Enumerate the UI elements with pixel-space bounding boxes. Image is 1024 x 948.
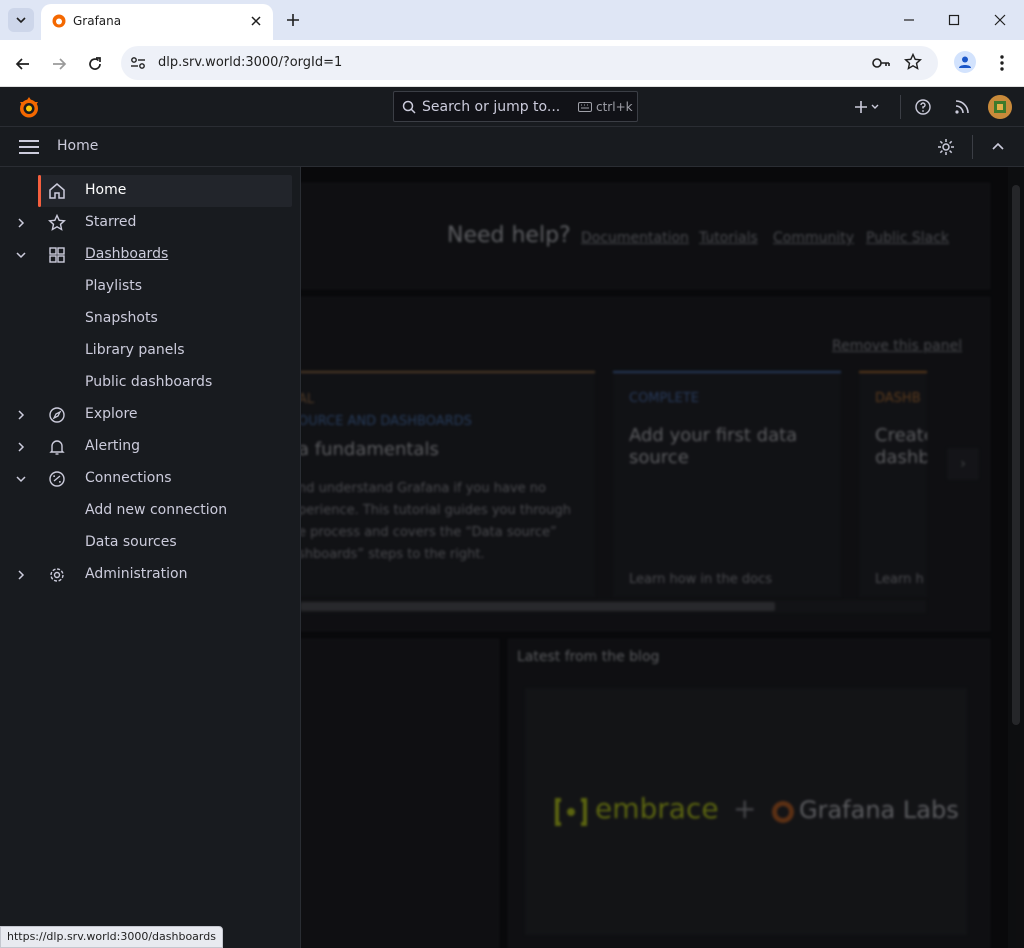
user-avatar[interactable] xyxy=(988,95,1012,119)
nav-item-explore[interactable]: Explore xyxy=(0,399,301,431)
nav-label-explore: Explore xyxy=(85,406,138,422)
help-button[interactable] xyxy=(913,97,933,117)
grafana-favicon-icon xyxy=(52,14,66,28)
grafana-logo-icon[interactable] xyxy=(18,96,40,120)
link-icon xyxy=(49,471,65,487)
plus-icon xyxy=(287,14,299,26)
cog-icon xyxy=(50,568,64,582)
browser-tab-strip: Grafana xyxy=(0,0,1024,40)
nav-label-alerting: Alerting xyxy=(85,438,140,454)
nav-menu: Home Starred Dashboards Playlists Snapsh… xyxy=(0,167,301,948)
back-button[interactable] xyxy=(11,52,35,76)
new-button[interactable] xyxy=(852,97,884,117)
breadcrumb[interactable]: Home xyxy=(57,138,98,154)
password-key-icon[interactable] xyxy=(871,54,891,72)
question-circle-icon xyxy=(915,99,931,115)
gear-icon xyxy=(938,139,954,155)
grafana-top-bar: Search or jump to... ctrl+k xyxy=(0,87,1024,127)
new-tab-button[interactable] xyxy=(282,9,304,31)
bell-icon xyxy=(49,440,65,455)
home-icon xyxy=(49,183,65,199)
search-icon xyxy=(402,100,416,114)
chevron-down-icon[interactable] xyxy=(14,471,28,487)
rss-icon xyxy=(955,100,969,114)
browser-toolbar: dlp.srv.world:3000/?orgId=1 xyxy=(0,40,1024,87)
nav-item-library-panels[interactable]: Library panels xyxy=(0,335,301,367)
tab-close-icon[interactable] xyxy=(247,12,265,30)
site-info-icon[interactable] xyxy=(129,54,147,72)
tab-title: Grafana xyxy=(73,14,122,28)
star-icon xyxy=(48,214,66,231)
nav-label-snapshots: Snapshots xyxy=(85,310,158,326)
person-icon xyxy=(959,56,971,68)
nav-item-starred[interactable]: Starred xyxy=(0,207,301,239)
grafana-search-box[interactable]: Search or jump to... ctrl+k xyxy=(393,91,638,122)
dashboard-settings-button[interactable] xyxy=(936,137,956,157)
chevron-right-icon[interactable] xyxy=(14,407,28,423)
nav-item-dashboards[interactable]: Dashboards xyxy=(0,239,301,271)
nav-item-data-sources[interactable]: Data sources xyxy=(0,527,301,559)
toolbar-divider xyxy=(900,95,901,119)
nav-item-snapshots[interactable]: Snapshots xyxy=(0,303,301,335)
arrow-right-icon xyxy=(53,58,67,70)
reload-button[interactable] xyxy=(83,52,107,76)
url-text[interactable]: dlp.srv.world:3000/?orgId=1 xyxy=(158,55,342,70)
chevron-right-icon[interactable] xyxy=(14,439,28,455)
nav-item-add-new-connection[interactable]: Add new connection xyxy=(0,495,301,527)
search-shortcut: ctrl+k xyxy=(596,100,633,114)
search-placeholder: Search or jump to... xyxy=(422,99,561,115)
minimize-button[interactable] xyxy=(895,8,923,32)
nav-label-playlists: Playlists xyxy=(85,278,143,294)
nav-label-data-sources: Data sources xyxy=(85,534,177,550)
keyboard-icon xyxy=(578,102,592,112)
nav-item-administration[interactable]: Administration xyxy=(0,559,301,591)
nav-label-add-new-connection: Add new connection xyxy=(85,502,228,518)
window-close-button[interactable] xyxy=(986,8,1014,32)
chevron-right-icon[interactable] xyxy=(14,215,28,231)
nav-label-connections: Connections xyxy=(85,470,172,486)
nav-item-alerting[interactable]: Alerting xyxy=(0,431,301,463)
chevron-down-icon[interactable] xyxy=(14,247,28,263)
forward-button[interactable] xyxy=(47,52,71,76)
nav-item-public-dashboards[interactable]: Public dashboards xyxy=(0,367,301,399)
maximize-button[interactable] xyxy=(940,8,968,32)
nav-label-home: Home xyxy=(85,182,127,198)
nav-label-dashboards: Dashboards xyxy=(85,246,169,262)
reload-icon xyxy=(89,57,101,70)
nav-label-starred: Starred xyxy=(85,214,137,230)
tab-search-button[interactable] xyxy=(8,8,34,32)
browser-menu-button[interactable] xyxy=(992,52,1012,74)
plus-dropdown-icon xyxy=(855,101,879,113)
address-bar[interactable]: dlp.srv.world:3000/?orgId=1 xyxy=(121,46,938,80)
chevron-down-icon xyxy=(16,17,26,24)
apps-icon xyxy=(49,247,65,263)
nav-label-public-dashboards: Public dashboards xyxy=(85,374,213,390)
nav-label-library-panels: Library panels xyxy=(85,342,185,358)
bookmark-star-icon[interactable] xyxy=(904,53,922,71)
menu-icon[interactable] xyxy=(18,139,40,155)
grafana-breadcrumb-bar: Home xyxy=(0,127,1024,167)
chevron-up-icon xyxy=(992,142,1004,150)
nav-item-connections[interactable]: Connections xyxy=(0,463,301,495)
collapse-header-button[interactable] xyxy=(988,137,1008,157)
status-bar-url: https://dlp.srv.world:3000/dashboards xyxy=(0,926,223,948)
nav-item-playlists[interactable]: Playlists xyxy=(0,271,301,303)
nav-label-administration: Administration xyxy=(85,566,188,582)
toolbar-divider xyxy=(972,135,973,159)
profile-avatar[interactable] xyxy=(954,51,976,73)
nav-item-home[interactable]: Home xyxy=(38,175,292,207)
compass-icon xyxy=(49,407,65,423)
browser-tab[interactable]: Grafana xyxy=(41,4,273,40)
kebab-menu-icon xyxy=(1000,55,1004,71)
news-button[interactable] xyxy=(952,97,972,117)
arrow-left-icon xyxy=(15,58,29,70)
chevron-right-icon[interactable] xyxy=(14,567,28,583)
